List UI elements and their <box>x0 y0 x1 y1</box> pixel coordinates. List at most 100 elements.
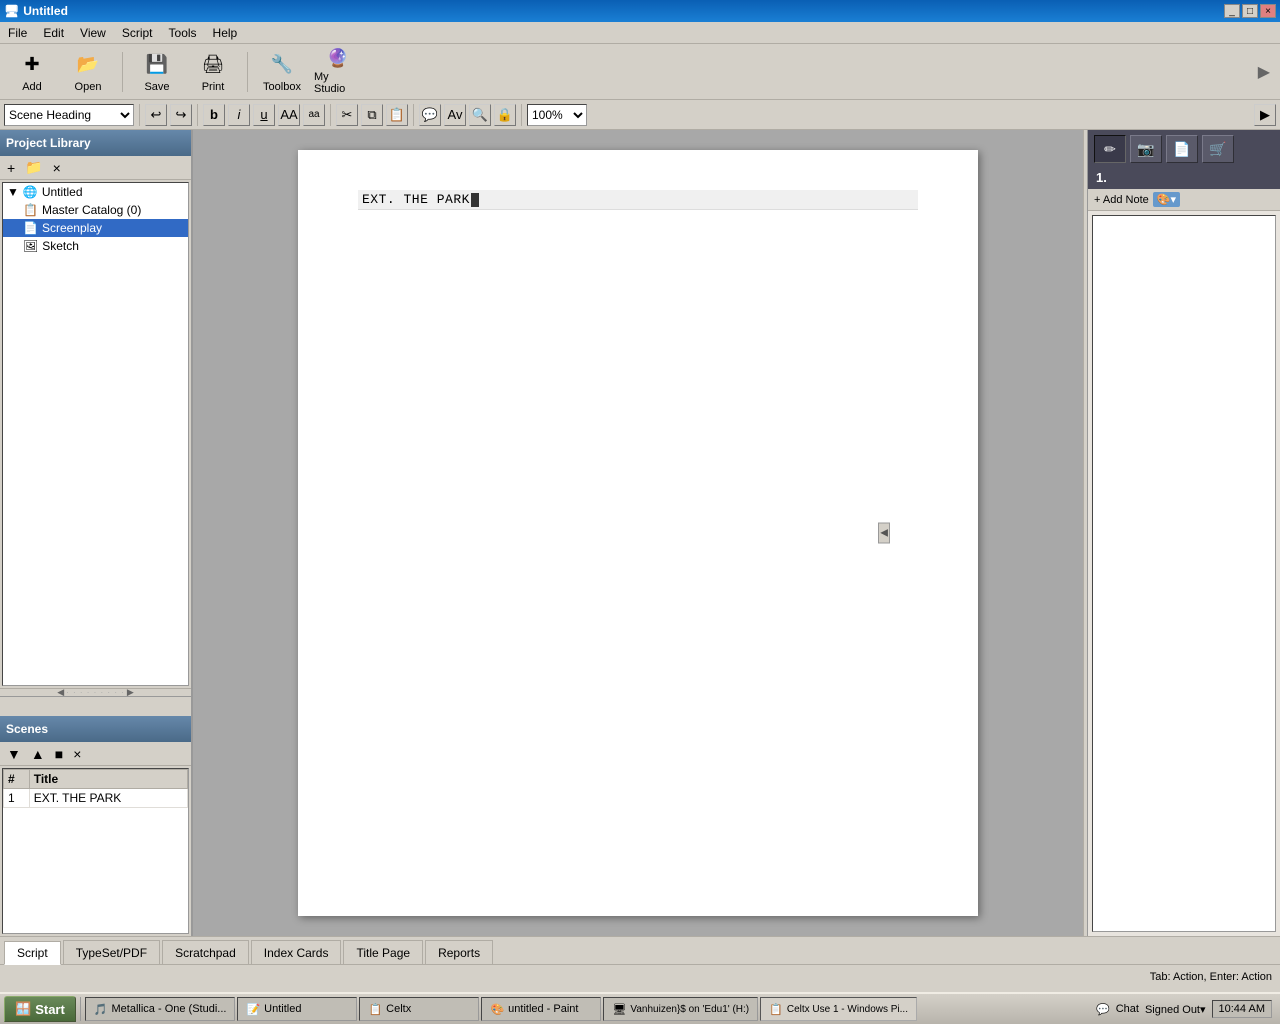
panel-divider[interactable] <box>0 696 191 716</box>
tree-item-screenplay[interactable]: 📄 Screenplay <box>3 219 188 237</box>
title-bar-controls[interactable]: _ □ × <box>1224 4 1276 18</box>
scenes-stop-button[interactable]: ■ <box>52 745 66 763</box>
open-label: Open <box>75 81 102 93</box>
add-button[interactable]: ✚ Add <box>6 48 58 96</box>
italic-button[interactable]: i <box>228 104 250 126</box>
scene-heading-text[interactable]: EXT. THE PARK <box>358 190 918 210</box>
taskbar-item-paint[interactable]: 🎨 untitled - Paint <box>481 997 601 1021</box>
taskbar-icon-edu: 🖥 <box>612 1003 626 1016</box>
close-button[interactable]: × <box>1260 4 1276 18</box>
script-editor[interactable]: EXT. THE PARK <box>193 130 1083 936</box>
tree-label-master-catalog: Master Catalog (0) <box>42 203 141 217</box>
tab-index-cards[interactable]: Index Cards <box>251 940 342 964</box>
table-row[interactable]: 1 EXT. THE PARK <box>4 789 188 808</box>
save-button[interactable]: 💾 Save <box>131 48 183 96</box>
scenes-header: Scenes <box>0 716 191 742</box>
tab-typeset[interactable]: TypeSet/PDF <box>63 940 160 964</box>
scene-number-bar: 1. <box>1088 168 1280 189</box>
expand-icon[interactable]: ▶ <box>1258 62 1274 82</box>
document-tool-button[interactable]: 📄 <box>1166 135 1198 163</box>
cut-button[interactable]: ✂ <box>336 104 358 126</box>
open-button[interactable]: 📂 Open <box>62 48 114 96</box>
print-button[interactable]: 🖨 Print <box>187 48 239 96</box>
taskbar-label-paint: untitled - Paint <box>508 1003 578 1015</box>
bold-button[interactable]: b <box>203 104 225 126</box>
spellcheck-button[interactable]: Av <box>444 104 466 126</box>
font-smaller-button[interactable]: aa <box>303 104 325 126</box>
right-panel: ✏ 📷 📄 🛒 1. + Add Note 🎨▾ <box>1087 130 1280 936</box>
chat-icon: 💬 <box>1096 1003 1110 1016</box>
redo-button[interactable]: ↪ <box>170 104 192 126</box>
menu-help[interactable]: Help <box>205 24 246 42</box>
taskbar-item-edu[interactable]: 🖥 Vanhuizen}$ on 'Edu1' (H:) <box>603 997 758 1021</box>
underline-button[interactable]: u <box>253 104 275 126</box>
tree-item-sketch[interactable]: 🖼 Sketch <box>3 237 188 255</box>
scenes-table-header: # Title <box>4 770 188 789</box>
menu-file[interactable]: File <box>0 24 35 42</box>
element-type-select[interactable]: Scene Heading Action Character Dialogue … <box>4 104 134 126</box>
chat-label[interactable]: Chat <box>1116 1003 1139 1015</box>
library-folder-button[interactable]: 📁 <box>22 158 45 177</box>
status-bar: Tab: Action, Enter: Action <box>0 964 1280 988</box>
status-text: Tab: Action, Enter: Action <box>1150 971 1272 983</box>
zoom-select[interactable]: 50% 75% 100% 125% 150% <box>527 104 587 126</box>
add-label: Add <box>22 81 42 93</box>
menu-script[interactable]: Script <box>114 24 161 42</box>
tab-reports[interactable]: Reports <box>425 940 493 964</box>
note-color-button[interactable]: 🎨▾ <box>1153 192 1180 207</box>
paste-button[interactable]: 📋 <box>386 104 408 126</box>
toolbar-separator-2 <box>247 52 248 92</box>
scenes-up-button[interactable]: ▲ <box>28 745 48 763</box>
right-resize-arrow[interactable]: ◀ <box>878 523 890 544</box>
minimize-button[interactable]: _ <box>1224 4 1240 18</box>
maximize-button[interactable]: □ <box>1242 4 1258 18</box>
taskbar-item-untitled[interactable]: 📝 Untitled <box>237 997 357 1021</box>
project-library-header: Project Library <box>0 130 191 156</box>
start-icon: 🪟 <box>15 1001 31 1017</box>
library-add-button[interactable]: + <box>4 159 18 177</box>
format-sep-4 <box>413 104 414 126</box>
pen-tool-button[interactable]: ✏ <box>1094 135 1126 163</box>
mystudio-button[interactable]: 🔮 My Studio <box>312 48 364 96</box>
taskbar-item-metallica[interactable]: 🎵 Metallica - One (Studi... <box>85 997 236 1021</box>
print-icon: 🖨 <box>199 51 227 79</box>
tree-label-untitled: Untitled <box>42 185 83 199</box>
expand-toolbar-button[interactable]: ▶ <box>1254 104 1276 126</box>
taskbar-icon-celtx: 📋 <box>368 1003 382 1016</box>
tree-item-untitled[interactable]: ▼ 🌐 Untitled <box>3 183 188 201</box>
save-label: Save <box>144 81 169 93</box>
taskbar-icon-celtxuse: 📋 <box>769 1003 783 1016</box>
col-title: Title <box>29 770 187 789</box>
lock-button[interactable]: 🔒 <box>494 104 516 126</box>
signed-out-label[interactable]: Signed Out▾ <box>1145 1003 1206 1016</box>
tab-scratchpad[interactable]: Scratchpad <box>162 940 249 964</box>
camera-tool-button[interactable]: 📷 <box>1130 135 1162 163</box>
font-bigger-button[interactable]: AA <box>278 104 300 126</box>
tab-script[interactable]: Script <box>4 941 61 965</box>
scenes-down-button[interactable]: ▼ <box>4 745 24 763</box>
note-area[interactable] <box>1092 215 1276 932</box>
undo-button[interactable]: ↩ <box>145 104 167 126</box>
taskbar-tray: 💬 Chat Signed Out▾ 10:44 AM <box>1096 1000 1276 1018</box>
cart-tool-button[interactable]: 🛒 <box>1202 135 1234 163</box>
screenplay-icon: 📄 <box>23 221 38 235</box>
start-button[interactable]: 🪟 Start <box>4 996 76 1022</box>
comment-button[interactable]: 💬 <box>419 104 441 126</box>
toolbox-button[interactable]: 🔧 Toolbox <box>256 48 308 96</box>
tree-item-master-catalog[interactable]: 📋 Master Catalog (0) <box>3 201 188 219</box>
taskbar-item-celtx[interactable]: 📋 Celtx <box>359 997 479 1021</box>
scene-number: 1. <box>1096 170 1107 185</box>
menu-view[interactable]: View <box>72 24 114 42</box>
menu-edit[interactable]: Edit <box>35 24 72 42</box>
taskbar-item-celtxuse[interactable]: 📋 Celtx Use 1 - Windows Pi... <box>760 997 917 1021</box>
menu-tools[interactable]: Tools <box>161 24 205 42</box>
scenes-close-button[interactable]: × <box>70 745 84 763</box>
add-note-button[interactable]: + Add Note <box>1094 194 1149 206</box>
page-canvas: EXT. THE PARK <box>298 150 978 916</box>
taskbar-label-metallica: Metallica - One (Studi... <box>112 1003 227 1015</box>
copy-button[interactable]: ⧉ <box>361 104 383 126</box>
menu-bar: File Edit View Script Tools Help <box>0 22 1280 44</box>
tab-title-page[interactable]: Title Page <box>343 940 423 964</box>
library-close-button[interactable]: × <box>50 159 64 177</box>
search-button[interactable]: 🔍 <box>469 104 491 126</box>
